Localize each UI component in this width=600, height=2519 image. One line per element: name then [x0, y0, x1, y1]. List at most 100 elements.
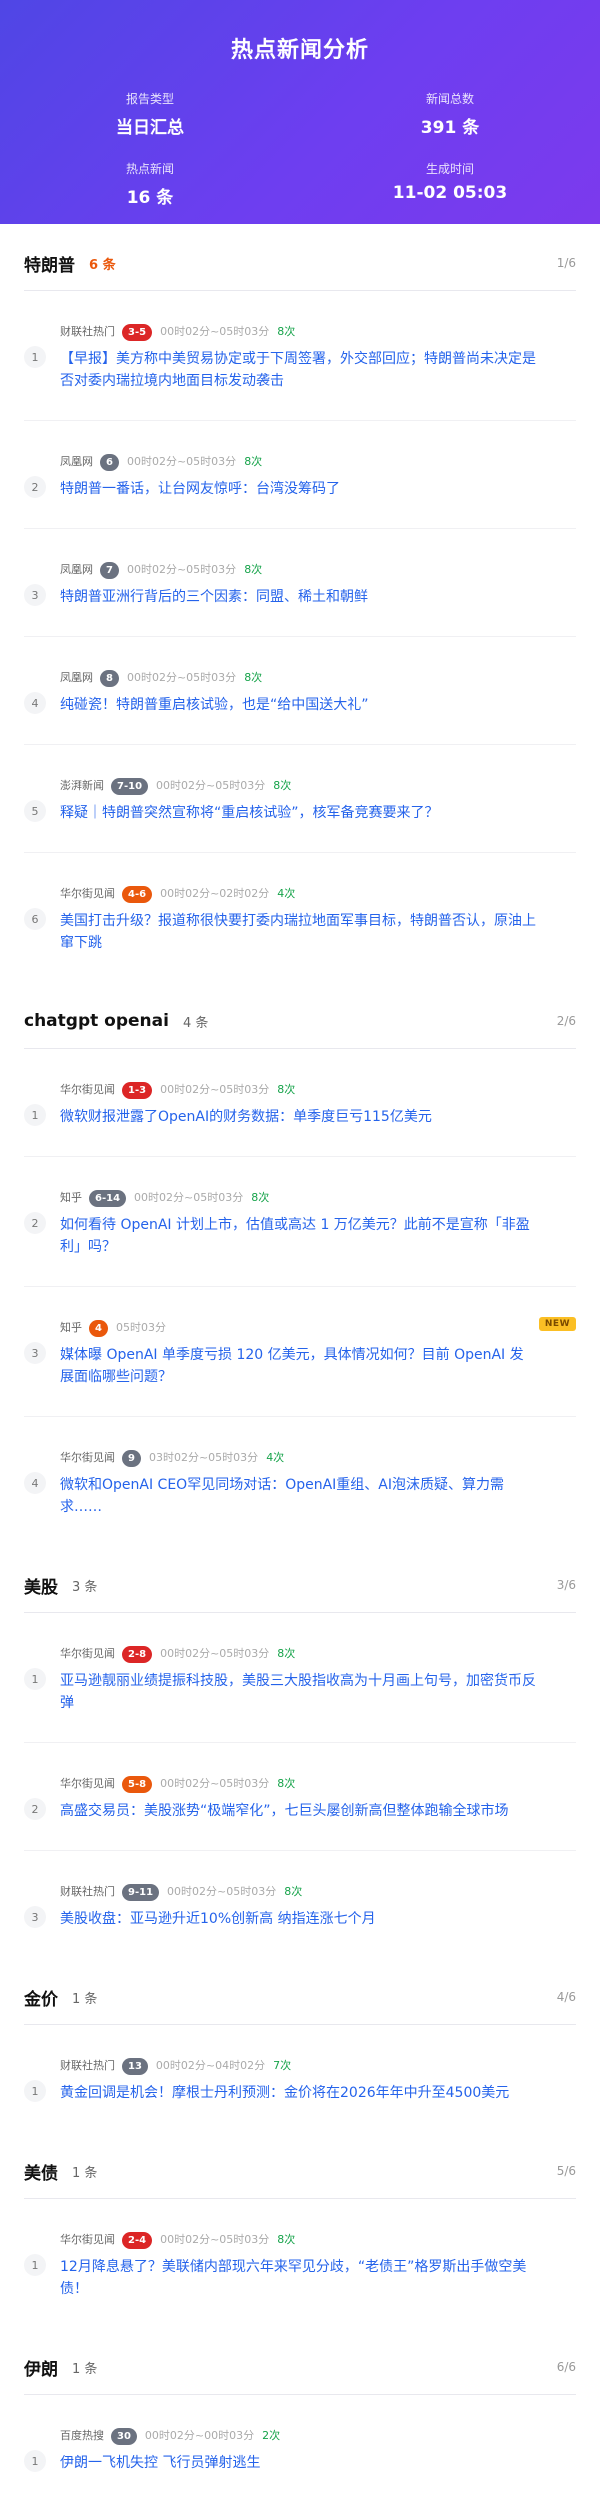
item-rank-number: 1	[24, 2080, 46, 2102]
rank-badge: 8	[100, 669, 119, 687]
news-item: 1 华尔街见闻 2-4 00时02分~05时03分 8次 12月降息悬了？美联储内部现六年…	[24, 2199, 576, 2328]
stat-label: 热点新闻	[125, 162, 174, 176]
item-rank-number: 4	[24, 692, 46, 714]
item-rank-number: 2	[24, 1212, 46, 1234]
item-rank-number: 1	[24, 2254, 46, 2276]
section-header: 美股 3 条 3/6	[24, 1572, 576, 1598]
item-rank-number: 1	[24, 2450, 46, 2472]
news-frequency: 8次	[244, 455, 263, 468]
rank-badge: 30	[111, 2427, 137, 2445]
news-headline-link[interactable]: 【早报】美方称中美贸易协定或于下周签署，外交部回应；特朗普尚未决定是否对委内瑞拉…	[60, 348, 536, 392]
news-source: 凤凰网	[60, 671, 93, 684]
stat-label: 新闻总数	[425, 92, 474, 106]
news-item-body: 凤凰网 7 00时02分~05时03分 8次 特朗普亚洲行背后的三个因素：同盟、稀土和朝…	[60, 561, 576, 608]
news-time-range: 00时02分~05时03分	[126, 455, 237, 468]
news-frequency: 8次	[244, 563, 263, 576]
stat-generated-time: 生成时间 11-02 05:03	[300, 160, 600, 208]
news-item: 2 华尔街见闻 5-8 00时02分~05时03分 8次 高盛交易员：美股涨势“极端窄化”…	[24, 1743, 576, 1851]
rank-badge: 2-4	[122, 2231, 153, 2249]
news-meta: 华尔街见闻 4-6 00时02分~02时02分 4次	[60, 885, 536, 903]
news-headline-link[interactable]: 如何看待 OpenAI 计划上市，估值或高达 1 万亿美元？此前不是宣称「非盈利…	[60, 1214, 536, 1258]
news-meta: 知乎 6-14 00时02分~05时03分 8次	[60, 1189, 536, 1207]
news-headline-link[interactable]: 美国打击升级？报道称很快要打委内瑞拉地面军事目标，特朗普否认，原油上窜下跳	[60, 910, 536, 954]
section-header: 特朗普 6 条 1/6	[24, 250, 576, 276]
item-rank-number: 1	[24, 346, 46, 368]
item-rank-number: 3	[24, 1906, 46, 1928]
section-title: 美股	[24, 1577, 58, 1598]
news-frequency: 8次	[244, 671, 263, 684]
section-count: 6 条	[89, 257, 116, 273]
news-headline-link[interactable]: 纯碰瓷！特朗普重启核试验，也是“给中国送大礼”	[60, 694, 536, 716]
news-meta: 华尔街见闻 5-8 00时02分~05时03分 8次	[60, 1775, 536, 1793]
news-time-range: 00时02分~05时03分	[160, 1777, 270, 1790]
new-tag: NEW	[538, 1317, 576, 1331]
news-item-body: 华尔街见闻 1-3 00时02分~05时03分 8次 微软财报泄露了OpenAI的财务数…	[60, 1081, 576, 1128]
news-headline-link[interactable]: 12月降息悬了？美联储内部现六年来罕见分歧，“老债王”格罗斯出手做空美债！	[60, 2256, 536, 2300]
section-header: 美债 1 条 5/6	[24, 2158, 576, 2184]
news-sections: 特朗普 6 条 1/6 1 财联社热门 3-5 00时02分~05时03分 8次 【早报】美方称…	[0, 224, 600, 2502]
news-frequency: 4次	[277, 887, 296, 900]
news-headline-link[interactable]: 美股收盘：亚马逊升近10%创新高 纳指连涨七个月	[60, 1908, 536, 1930]
section-page-indicator: 4/6	[556, 1990, 576, 2004]
rank-badge: 5-8	[122, 1775, 153, 1793]
news-time-range: 00时02分~05时03分	[126, 563, 237, 576]
item-rank-number: 6	[24, 908, 46, 930]
news-item-body: 财联社热门 9-11 00时02分~05时03分 8次 美股收盘：亚马逊升近10%创新高…	[60, 1883, 576, 1930]
news-headline-link[interactable]: 释疑｜特朗普突然宣称将“重启核试验”，核军备竞赛要来了？	[60, 802, 536, 824]
news-meta: 凤凰网 8 00时02分~05时03分 8次	[60, 669, 536, 687]
news-item-body: 华尔街见闻 9 03时02分~05时03分 4次 微软和OpenAI CEO罕见同场对话…	[60, 1449, 576, 1518]
item-rank-number: 1	[24, 1668, 46, 1690]
section-count: 1 条	[72, 1991, 98, 2007]
news-headline-link[interactable]: 伊朗一飞机失控 飞行员弹射逃生	[60, 2452, 536, 2474]
news-headline-link[interactable]: 高盛交易员：美股涨势“极端窄化”，七巨头屡创新高但整体跑输全球市场	[60, 1800, 536, 1822]
news-headline-link[interactable]: 媒体曝 OpenAI 单季度亏损 120 亿美元，具体情况如何？目前 OpenA…	[60, 1344, 536, 1388]
news-source: 知乎	[60, 1321, 82, 1334]
section-title: chatgpt openai	[24, 1011, 169, 1031]
news-meta: 财联社热门 3-5 00时02分~05时03分 8次	[60, 323, 536, 341]
item-rank-number: 3	[24, 584, 46, 606]
news-item-body: 华尔街见闻 2-8 00时02分~05时03分 8次 亚马逊靓丽业绩提振科技股，美股三大…	[60, 1645, 576, 1714]
news-frequency: 7次	[273, 2059, 292, 2072]
section-header: 金价 1 条 4/6	[24, 1984, 576, 2010]
stat-hot-news: 热点新闻 16 条	[0, 160, 300, 208]
news-headline-link[interactable]: 微软和OpenAI CEO罕见同场对话：OpenAI重组、AI泡沫质疑、算力需求…	[60, 1474, 536, 1518]
news-meta: 凤凰网 7 00时02分~05时03分 8次	[60, 561, 536, 579]
news-section: 美债 1 条 5/6 1 华尔街见闻 2-4 00时02分~05时03分 8次 12月降息悬了？…	[24, 2132, 576, 2328]
rank-badge: 6	[100, 453, 119, 471]
news-meta: 知乎 4 05时03分	[60, 1319, 536, 1337]
news-time-range: 00时02分~05时03分	[126, 671, 237, 684]
news-source: 财联社热门	[60, 325, 115, 338]
rank-badge: 9-11	[122, 1883, 160, 1901]
news-time-range: 00时02分~00时03分	[144, 2429, 255, 2442]
news-time-range: 00时02分~05时03分	[160, 325, 270, 338]
news-item-body: 财联社热门 13 00时02分~04时02分 7次 黄金回调是机会！摩根士丹利预测：金价…	[60, 2057, 576, 2104]
news-headline-link[interactable]: 微软财报泄露了OpenAI的财务数据：单季度巨亏115亿美元	[60, 1106, 536, 1128]
news-item-body: 澎湃新闻 7-10 00时02分~05时03分 8次 释疑｜特朗普突然宣称将“重启核试验…	[60, 777, 576, 824]
news-time-range: 00时02分~05时03分	[160, 1083, 270, 1096]
stat-value: 391 条	[420, 118, 480, 138]
news-source: 澎湃新闻	[60, 779, 104, 792]
section-page-indicator: 3/6	[556, 1578, 576, 1592]
rank-badge: 7	[100, 561, 119, 579]
news-headline-link[interactable]: 黄金回调是机会！摩根士丹利预测：金价将在2026年年中升至4500美元	[60, 2082, 536, 2104]
news-item-body: 凤凰网 8 00时02分~05时03分 8次纯碰瓷！特朗普重启核试验，也是“给中国送大…	[60, 669, 576, 716]
news-item-body: 百度热搜 30 00时02分~00时03分 2次 伊朗一飞机失控 飞行员弹射逃生	[60, 2427, 576, 2474]
section-title: 金价	[24, 1989, 58, 2010]
news-frequency: 2次	[262, 2429, 281, 2442]
news-source: 华尔街见闻	[60, 2233, 115, 2246]
news-source: 华尔街见闻	[60, 1083, 115, 1096]
news-source: 华尔街见闻	[60, 1777, 115, 1790]
news-time-range: 00时02分~05时03分	[167, 1885, 277, 1898]
news-frequency: 8次	[277, 1647, 296, 1660]
stat-label: 报告类型	[125, 92, 174, 106]
news-headline-link[interactable]: 特朗普一番话，让台网友惊呼：台湾没筹码了	[60, 478, 536, 500]
section-header: chatgpt openai 4 条 2/6	[24, 1008, 576, 1034]
news-headline-link[interactable]: 特朗普亚洲行背后的三个因素：同盟、稀土和朝鲜	[60, 586, 536, 608]
section-page-indicator: 1/6	[556, 256, 576, 270]
stat-total-news: 新闻总数 391 条	[300, 90, 600, 138]
news-headline-link[interactable]: 亚马逊靓丽业绩提振科技股，美股三大股指收高为十月画上句号，加密货币反弹	[60, 1670, 536, 1714]
rank-badge: 4	[89, 1319, 108, 1337]
item-rank-number: 3	[24, 1342, 46, 1364]
news-frequency: 8次	[277, 2233, 296, 2246]
stat-label: 生成时间	[425, 162, 474, 176]
